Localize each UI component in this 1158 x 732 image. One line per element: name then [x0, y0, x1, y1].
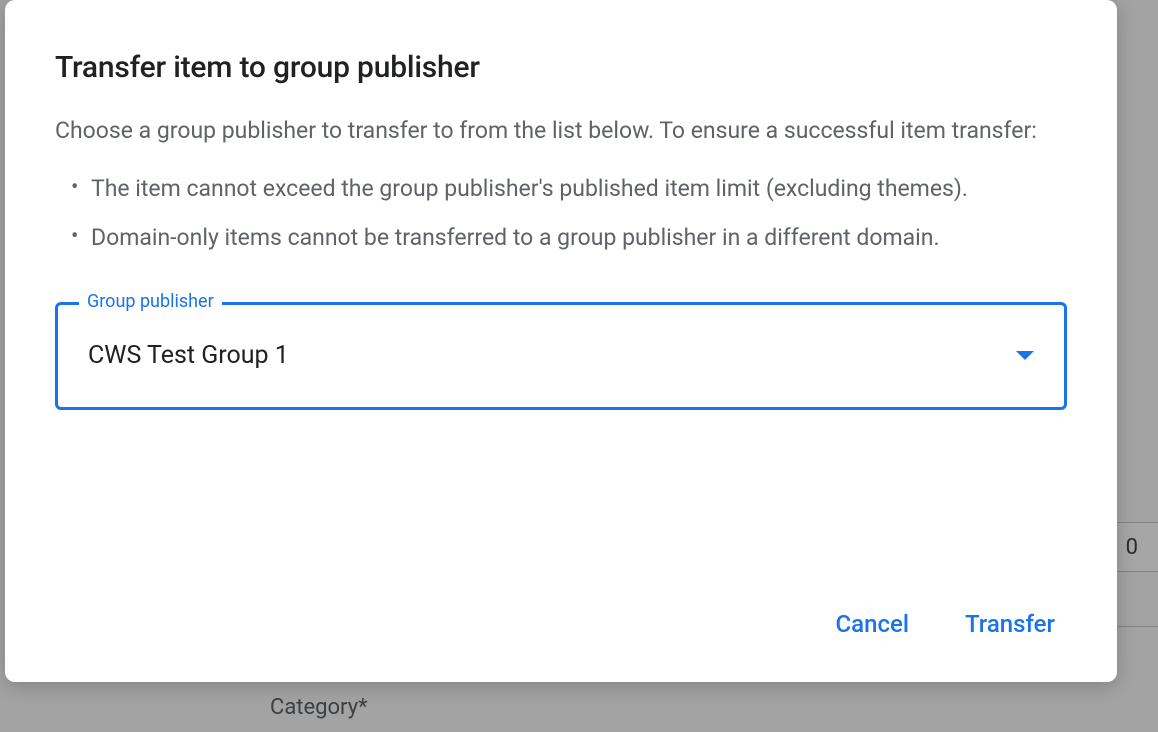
dialog-actions: Cancel Transfer — [55, 602, 1067, 646]
dialog-title: Transfer item to group publisher — [55, 50, 1067, 85]
transfer-dialog: Transfer item to group publisher Choose … — [5, 0, 1117, 682]
dialog-description: Choose a group publisher to transfer to … — [55, 113, 1067, 149]
cancel-button[interactable]: Cancel — [832, 602, 913, 646]
list-item: The item cannot exceed the group publish… — [65, 171, 1067, 207]
group-publisher-value: CWS Test Group 1 — [88, 341, 289, 370]
list-item: Domain-only items cannot be transferred … — [65, 220, 1067, 256]
transfer-button[interactable]: Transfer — [961, 602, 1059, 646]
group-publisher-label: Group publisher — [79, 291, 222, 312]
chevron-down-icon — [1016, 351, 1034, 360]
dialog-requirements-list: The item cannot exceed the group publish… — [55, 157, 1067, 256]
group-publisher-select[interactable]: CWS Test Group 1 — [55, 302, 1067, 410]
group-publisher-field: Group publisher CWS Test Group 1 — [55, 302, 1067, 410]
